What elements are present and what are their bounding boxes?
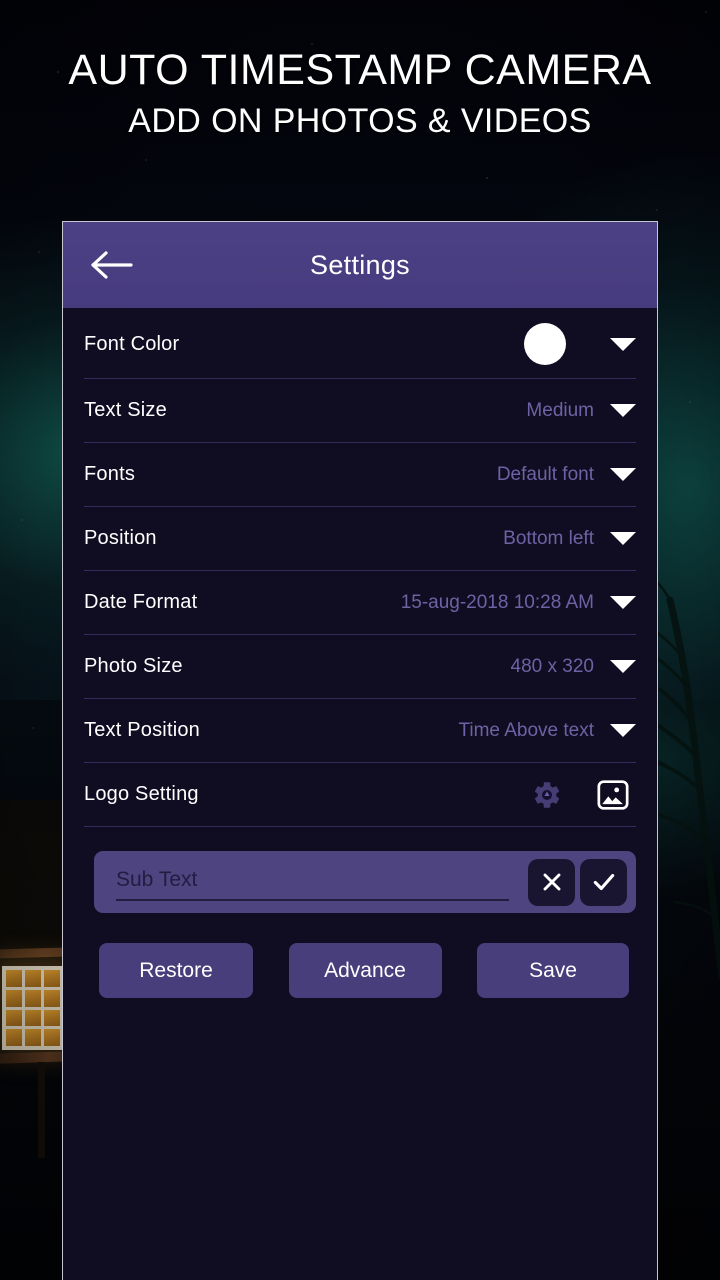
save-button[interactable]: Save: [477, 943, 629, 998]
gear-icon[interactable]: [532, 780, 562, 810]
settings-row-font-color[interactable]: Font Color: [84, 310, 636, 379]
font-color-swatch[interactable]: [524, 323, 566, 365]
chevron-down-icon[interactable]: [610, 337, 636, 351]
check-icon: [593, 873, 614, 891]
row-value: 15-aug-2018 10:28 AM: [400, 591, 594, 613]
image-icon[interactable]: [596, 778, 630, 812]
row-label: Text Size: [84, 399, 167, 421]
row-label: Font Color: [84, 332, 180, 355]
page-title: Settings: [310, 249, 410, 280]
restore-button[interactable]: Restore: [99, 943, 253, 998]
promo-title: AUTO TIMESTAMP CAMERA: [68, 46, 652, 94]
row-label: Date Format: [84, 591, 198, 613]
sub-text-bar: [94, 851, 636, 913]
settings-row-position[interactable]: Position Bottom left: [84, 507, 636, 571]
promo-headline: AUTO TIMESTAMP CAMERA ADD ON PHOTOS & VI…: [0, 46, 720, 141]
arrow-left-icon: [91, 251, 133, 279]
settings-row-logo-setting[interactable]: Logo Setting: [84, 763, 636, 827]
row-value: Default font: [496, 463, 594, 485]
chevron-down-icon[interactable]: [610, 596, 636, 609]
row-label: Logo Setting: [84, 783, 199, 805]
row-label: Fonts: [84, 463, 136, 485]
row-label: Position: [84, 527, 157, 549]
row-value: Time Above text: [458, 719, 594, 741]
chevron-down-icon[interactable]: [610, 660, 636, 673]
settings-row-text-position[interactable]: Text Position Time Above text: [84, 699, 636, 763]
settings-row-text-size[interactable]: Text Size Medium: [84, 379, 636, 443]
chevron-down-icon[interactable]: [610, 532, 636, 545]
advance-button[interactable]: Advance: [288, 943, 442, 998]
row-label: Text Position: [84, 719, 200, 741]
row-value: Bottom left: [503, 527, 594, 549]
sub-text-input[interactable]: [116, 863, 509, 901]
close-icon: [543, 873, 560, 891]
settings-row-fonts[interactable]: Fonts Default font: [84, 443, 636, 507]
row-value: 480 x 320: [510, 655, 594, 677]
back-button[interactable]: [81, 234, 143, 296]
row-label: Photo Size: [84, 655, 183, 677]
action-button-row: Restore Advance Save: [99, 943, 629, 998]
chevron-down-icon[interactable]: [610, 724, 636, 737]
row-value: Medium: [526, 399, 594, 421]
app-screenshot-panel: Settings Font Color Text Size Medium Fon…: [62, 221, 658, 1280]
settings-row-date-format[interactable]: Date Format 15-aug-2018 10:28 AM: [84, 571, 636, 635]
app-bar: Settings: [63, 222, 657, 308]
chevron-down-icon[interactable]: [610, 468, 636, 481]
settings-row-photo-size[interactable]: Photo Size 480 x 320: [84, 635, 636, 699]
settings-list: Font Color Text Size Medium Fonts Defaul…: [63, 308, 657, 827]
chevron-down-icon[interactable]: [610, 404, 636, 417]
sub-text-confirm-button[interactable]: [580, 858, 627, 906]
promo-subtitle: ADD ON PHOTOS & VIDEOS: [128, 102, 592, 141]
sub-text-cancel-button[interactable]: [528, 858, 575, 906]
